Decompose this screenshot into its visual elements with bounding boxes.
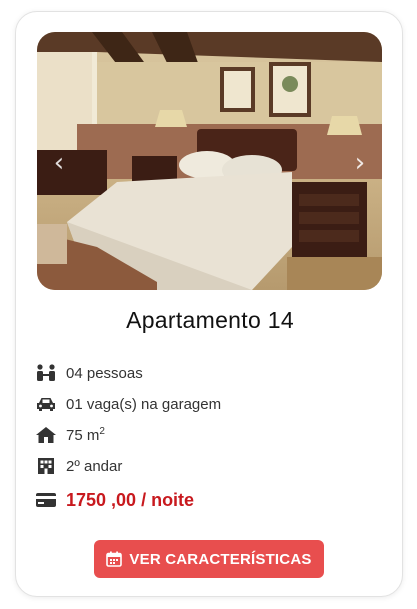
view-features-button[interactable]: VER CARACTERÍSTICAS <box>94 540 324 578</box>
feature-floor: 2º andar <box>35 455 122 477</box>
calendar-icon <box>106 551 123 567</box>
carousel-next-button[interactable]: › <box>347 148 373 178</box>
view-features-label: VER CARACTERÍSTICAS <box>129 550 312 568</box>
listing-card: ‹ › Apartamento 14 04 pessoas 01 vaga(s)… <box>15 11 403 597</box>
area-unit-superscript: 2 <box>99 426 105 437</box>
feature-capacity: 04 pessoas <box>35 362 143 384</box>
feature-parking: 01 vaga(s) na garagem <box>35 393 221 415</box>
feature-floor-text: 2º andar <box>66 457 123 475</box>
house-icon <box>35 426 57 444</box>
price-text: 1750 ,00 / noite <box>66 489 195 510</box>
feature-area-text: 75 m2 <box>66 426 105 444</box>
building-icon <box>35 457 57 475</box>
listing-title: Apartamento 14 <box>126 307 294 333</box>
feature-capacity-text: 04 pessoas <box>66 364 143 382</box>
price-line: 1750 ,00 / noite <box>35 488 194 512</box>
carousel-prev-button[interactable]: ‹ <box>46 148 72 178</box>
bedroom-image <box>37 32 382 290</box>
listing-photo[interactable]: ‹ › <box>37 32 382 290</box>
area-value: 75 m <box>66 427 100 444</box>
people-icon <box>35 364 57 382</box>
credit-card-icon <box>35 491 57 509</box>
car-icon <box>35 395 57 413</box>
feature-parking-text: 01 vaga(s) na garagem <box>66 395 222 413</box>
feature-area: 75 m2 <box>35 424 105 446</box>
